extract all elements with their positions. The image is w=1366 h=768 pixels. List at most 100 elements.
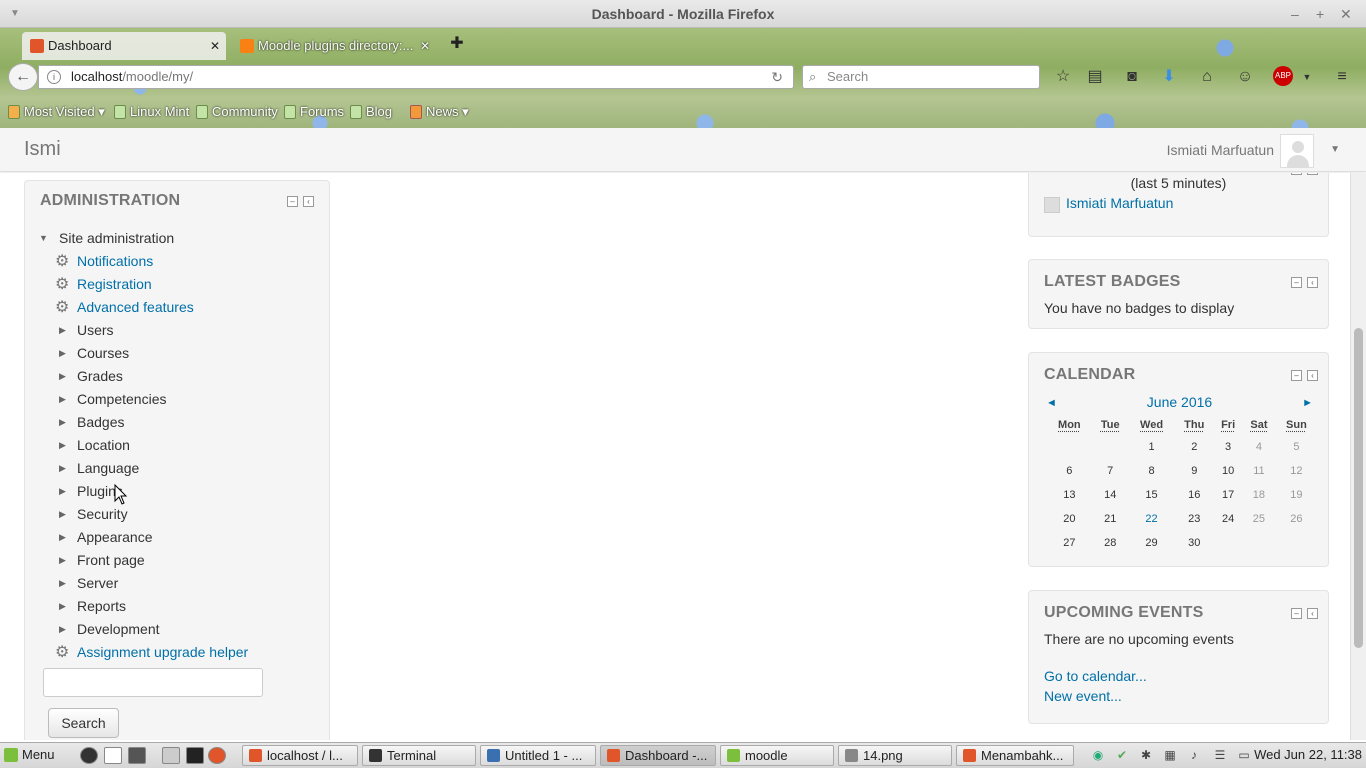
bookmark-blog[interactable]: Blog — [350, 100, 392, 124]
calendar-day[interactable]: 13 — [1047, 483, 1092, 507]
admin-search-button[interactable]: Search — [48, 708, 119, 738]
tree-link-assignment-upgrade-helper[interactable]: ⚙ Assignment upgrade helper — [39, 641, 248, 664]
task-menambahkan[interactable]: Menambahk... — [956, 745, 1074, 766]
tree-folder-language[interactable]: ▶ Language — [39, 457, 248, 480]
dock-block-icon[interactable]: ‹ — [1307, 370, 1318, 381]
go-to-calendar-link[interactable]: Go to calendar... — [1044, 668, 1147, 684]
calendar-day[interactable]: 6 — [1047, 459, 1092, 483]
bookmark-community[interactable]: Community — [196, 100, 278, 124]
url-bar[interactable]: i localhost/moodle/my/ ↻ — [38, 65, 794, 89]
reading-list-icon[interactable]: ▤ — [1084, 66, 1106, 88]
calendar-day[interactable]: 19 — [1276, 483, 1317, 507]
tab-close-icon[interactable]: ✕ — [420, 32, 430, 60]
admin-search-input[interactable] — [43, 668, 263, 697]
bookmark-star-icon[interactable]: ☆ — [1052, 66, 1074, 88]
calendar-day[interactable]: 9 — [1174, 459, 1214, 483]
tree-folder-badges[interactable]: ▶ Badges — [39, 411, 248, 434]
bookmark-forums[interactable]: Forums — [284, 100, 344, 124]
search-input[interactable]: ⌕ Search — [802, 65, 1040, 89]
home-icon[interactable]: ⌂ — [1196, 66, 1218, 88]
start-menu-button[interactable]: Menu — [4, 743, 55, 767]
calendar-day[interactable]: 26 — [1276, 507, 1317, 531]
pocket-icon[interactable]: ◙ — [1121, 66, 1143, 88]
calendar-day[interactable]: 23 — [1174, 507, 1214, 531]
site-info-icon[interactable]: i — [47, 70, 61, 84]
tree-folder-users[interactable]: ▶ Users — [39, 319, 248, 342]
firefox-launcher-icon[interactable] — [208, 747, 226, 764]
page-scrollbar[interactable] — [1350, 173, 1366, 740]
bookmark-news[interactable]: News ▾ — [410, 100, 469, 124]
terminal-launcher-icon[interactable] — [186, 747, 204, 764]
calendar-day[interactable]: 25 — [1242, 507, 1276, 531]
adblock-dropdown-icon[interactable]: ▼ — [1296, 66, 1318, 88]
calendar-day[interactable]: 12 — [1276, 459, 1317, 483]
calendar-day[interactable]: 28 — [1092, 531, 1129, 555]
tree-folder-competencies[interactable]: ▶ Competencies — [39, 388, 248, 411]
smiley-feedback-icon[interactable]: ☺ — [1234, 66, 1256, 88]
collapse-block-icon[interactable]: – — [1291, 608, 1302, 619]
scrollbar-thumb[interactable] — [1354, 328, 1363, 648]
calendar-day[interactable]: 11 — [1242, 459, 1276, 483]
battery-tray-icon[interactable]: ▭ — [1236, 747, 1252, 763]
bluetooth-tray-icon[interactable]: ✱ — [1138, 747, 1154, 763]
calendar-day[interactable]: 16 — [1174, 483, 1214, 507]
calendar-day[interactable]: 5 — [1276, 435, 1317, 459]
calendar-day[interactable]: 1 — [1129, 435, 1175, 459]
system-monitor-launcher-icon[interactable] — [80, 747, 98, 764]
tab-dashboard[interactable]: Dashboard ✕ — [22, 32, 226, 60]
new-event-link[interactable]: New event... — [1044, 688, 1122, 704]
task-untitled-1[interactable]: Untitled 1 - ... — [480, 745, 596, 766]
calendar-day[interactable]: 18 — [1242, 483, 1276, 507]
tree-link-registration[interactable]: ⚙ Registration — [39, 273, 248, 296]
terminal-launcher-icon[interactable] — [128, 747, 146, 764]
user-menu[interactable]: Ismiati Marfuatun ▼ — [1167, 134, 1340, 168]
tree-site-administration[interactable]: ▼ Site administration — [39, 227, 248, 250]
task-localhost[interactable]: localhost / l... — [242, 745, 358, 766]
collapse-block-icon[interactable]: – — [1291, 370, 1302, 381]
tree-folder-appearance[interactable]: ▶ Appearance — [39, 526, 248, 549]
tree-link-notifications[interactable]: ⚙ Notifications — [39, 250, 248, 273]
close-window-icon[interactable]: ✕ — [1340, 0, 1352, 28]
reload-icon[interactable]: ↻ — [771, 66, 783, 88]
collapse-block-icon[interactable]: – — [287, 196, 298, 207]
maximize-icon[interactable]: + — [1316, 0, 1324, 28]
tree-folder-development[interactable]: ▶ Development — [39, 618, 248, 641]
wifi-tray-icon[interactable]: ☰ — [1212, 747, 1228, 763]
dock-block-icon[interactable]: ‹ — [1307, 277, 1318, 288]
task-14-png[interactable]: 14.png — [838, 745, 952, 766]
tree-folder-courses[interactable]: ▶ Courses — [39, 342, 248, 365]
calendar-day[interactable]: 24 — [1214, 507, 1242, 531]
tab-moodle-plugins[interactable]: Moodle plugins directory:... ✕ — [232, 32, 436, 60]
update-manager-tray-icon[interactable]: ✔ — [1114, 747, 1130, 763]
calendar-day[interactable]: 8 — [1129, 459, 1175, 483]
tree-folder-location[interactable]: ▶ Location — [39, 434, 248, 457]
collapse-block-icon[interactable]: – — [1291, 277, 1302, 288]
calendar-day[interactable]: 3 — [1214, 435, 1242, 459]
clock[interactable]: Wed Jun 22, 11:38 — [1254, 743, 1362, 767]
bookmark-linux-mint[interactable]: Linux Mint — [114, 100, 189, 124]
calendar-day[interactable]: 10 — [1214, 459, 1242, 483]
tree-folder-security[interactable]: ▶ Security — [39, 503, 248, 526]
back-button[interactable]: ← — [8, 63, 38, 91]
bookmark-most-visited[interactable]: Most Visited ▾ — [8, 100, 105, 124]
calendar-month-link[interactable]: June 2016 — [1044, 393, 1315, 411]
chevron-down-icon[interactable]: ▼ — [1330, 134, 1340, 166]
adblock-icon[interactable]: ABP — [1273, 66, 1293, 86]
tab-close-icon[interactable]: ✕ — [210, 32, 220, 60]
calendar-day[interactable]: 20 — [1047, 507, 1092, 531]
task-moodle-folder[interactable]: moodle — [720, 745, 834, 766]
calendar-day[interactable]: 2 — [1174, 435, 1214, 459]
window-menu-icon[interactable]: ▼ — [10, 0, 20, 28]
dock-block-icon[interactable]: ‹ — [303, 196, 314, 207]
files-launcher-icon[interactable] — [162, 747, 180, 764]
tree-folder-server[interactable]: ▶ Server — [39, 572, 248, 595]
calendar-day[interactable]: 4 — [1242, 435, 1276, 459]
site-brand[interactable]: Ismi — [24, 138, 61, 161]
downloads-icon[interactable]: ⬇ — [1158, 66, 1180, 88]
calendar-day[interactable]: 21 — [1092, 507, 1129, 531]
calendar-day[interactable]: 15 — [1129, 483, 1175, 507]
hamburger-menu-icon[interactable]: ≡ — [1331, 66, 1353, 88]
tree-link-advanced-features[interactable]: ⚙ Advanced features — [39, 296, 248, 319]
task-dashboard[interactable]: Dashboard -... — [600, 745, 716, 766]
new-tab-button[interactable]: ✚ — [448, 34, 466, 54]
